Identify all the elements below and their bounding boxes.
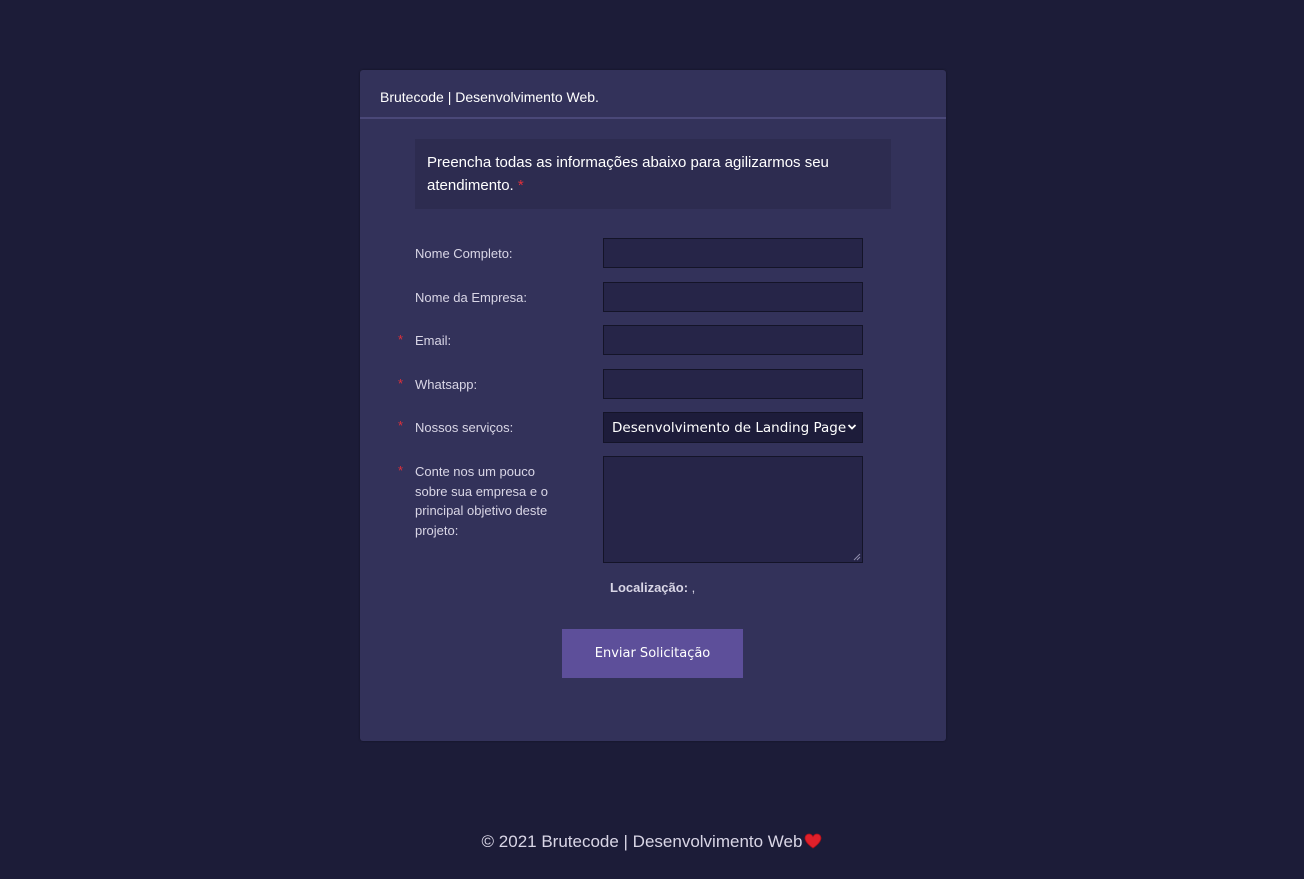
required-asterisk: * [398, 376, 404, 391]
submit-button[interactable]: Enviar Solicitação [562, 629, 743, 678]
location-label: Localização: [610, 580, 689, 595]
card-header: Brutecode | Desenvolvimento Web. [360, 70, 946, 119]
footer-text: © 2021 Brutecode | Desenvolvimento Web [481, 832, 803, 851]
location-info: Localização: , [610, 580, 695, 595]
location-value: , [691, 580, 696, 595]
contact-form-card: Brutecode | Desenvolvimento Web. Preench… [360, 70, 946, 741]
email-input[interactable] [603, 325, 863, 355]
company-label: Nome da Empresa: [415, 290, 527, 305]
notice-text: Preencha todas as informações abaixo par… [427, 154, 829, 194]
company-input[interactable] [603, 282, 863, 312]
required-asterisk: * [398, 418, 404, 433]
chevron-down-icon [847, 424, 857, 430]
required-asterisk: * [398, 332, 404, 347]
footer: © 2021 Brutecode | Desenvolvimento Web [0, 832, 1304, 852]
required-asterisk: * [517, 177, 524, 194]
services-label: Nossos serviços: [415, 420, 514, 435]
form-notice: Preencha todas as informações abaixo par… [415, 139, 891, 209]
resize-grip-icon[interactable] [853, 553, 861, 561]
required-asterisk: * [398, 463, 404, 478]
services-selected-value: Desenvolvimento de Landing Page [612, 420, 847, 436]
full-name-input[interactable] [603, 238, 863, 268]
email-label: Email: [415, 333, 452, 348]
heart-icon [805, 833, 822, 849]
whatsapp-input[interactable] [603, 369, 863, 399]
services-select[interactable]: Desenvolvimento de Landing Page [603, 412, 863, 443]
about-textarea[interactable] [603, 456, 863, 563]
about-label: Conte nos um pouco sobre sua empresa e o… [415, 464, 548, 538]
card-header-title: Brutecode | Desenvolvimento Web. [380, 89, 599, 105]
full-name-label: Nome Completo: [415, 246, 513, 261]
whatsapp-label: Whatsapp: [415, 377, 478, 392]
